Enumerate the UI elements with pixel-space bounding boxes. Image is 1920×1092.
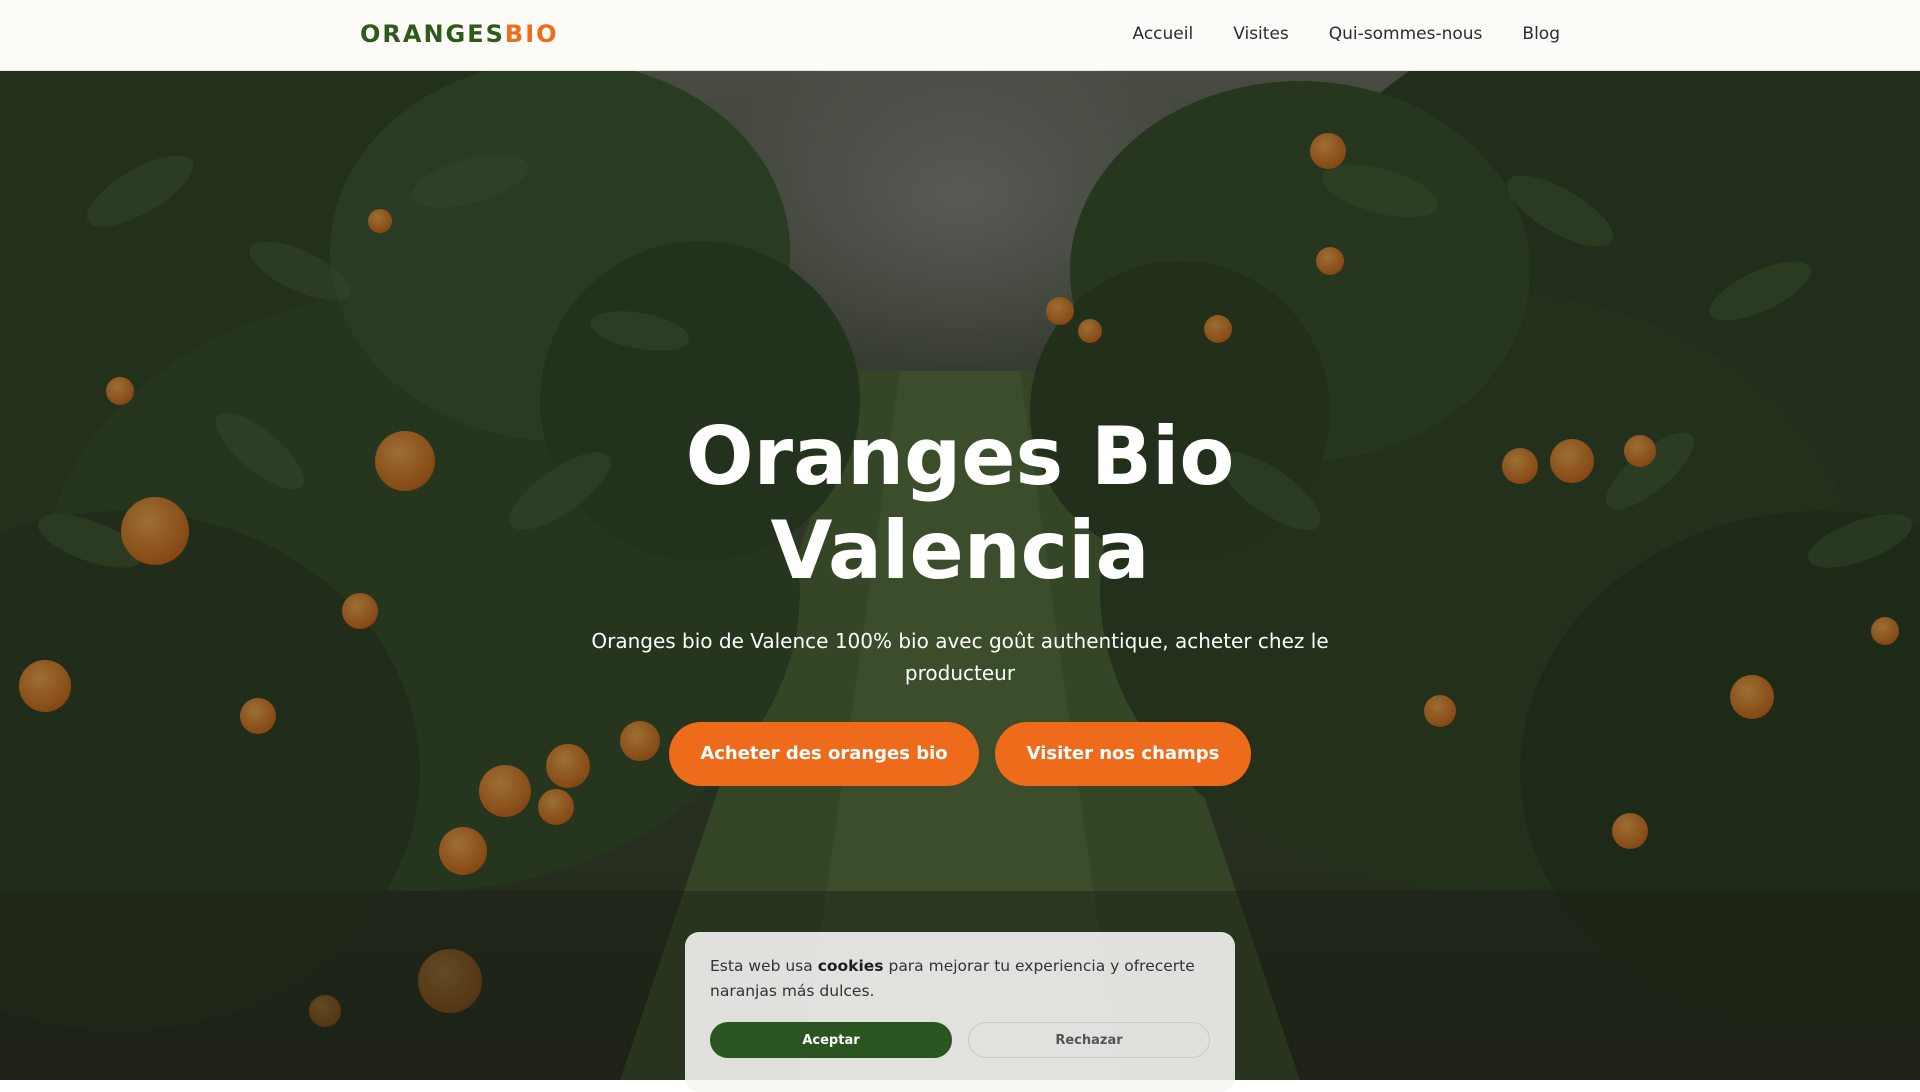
hero-title-line-2: Valencia	[770, 504, 1150, 597]
cookie-text-before: Esta web usa	[710, 957, 818, 975]
nav-item-qui-sommes-nous: Qui-sommes-nous	[1329, 22, 1483, 46]
hero-section: Oranges Bio Valencia Oranges bio de Valen…	[0, 71, 1920, 1080]
cookie-text-bold: cookies	[817, 957, 884, 975]
nav-item-blog: Blog	[1522, 22, 1560, 46]
main-nav: Accueil Visites Qui-sommes-nous Blog	[1133, 22, 1561, 46]
visit-fields-button[interactable]: Visiter nos champs	[995, 722, 1251, 786]
logo-text-accent: BIO	[504, 20, 559, 48]
nav-link-visites[interactable]: Visites	[1233, 24, 1289, 44]
hero-title: Oranges Bio Valencia	[560, 410, 1360, 598]
cookie-reject-button[interactable]: Rechazar	[968, 1022, 1210, 1058]
nav-item-accueil: Accueil	[1133, 22, 1194, 46]
nav-link-accueil[interactable]: Accueil	[1133, 24, 1194, 44]
hero-subtitle: Oranges bio de Valence 100% bio avec goû…	[591, 629, 1329, 685]
cookie-consent-banner: Esta web usa cookies para mejorar tu exp…	[685, 932, 1235, 1092]
hero-title-line-1: Oranges Bio	[685, 410, 1235, 503]
cookie-accept-button[interactable]: Aceptar	[710, 1022, 952, 1058]
buy-oranges-button[interactable]: Acheter des oranges bio	[669, 722, 979, 786]
nav-link-qui-sommes-nous[interactable]: Qui-sommes-nous	[1329, 24, 1483, 44]
nav-link-blog[interactable]: Blog	[1522, 24, 1560, 44]
logo-text-primary: ORANGES	[360, 20, 505, 48]
top-navbar: ORANGESBIO Accueil Visites Qui-sommes-no…	[0, 0, 1920, 71]
cookie-message: Esta web usa cookies para mejorar tu exp…	[710, 954, 1210, 1004]
site-logo[interactable]: ORANGESBIO	[360, 18, 559, 50]
nav-item-visites: Visites	[1233, 22, 1289, 46]
